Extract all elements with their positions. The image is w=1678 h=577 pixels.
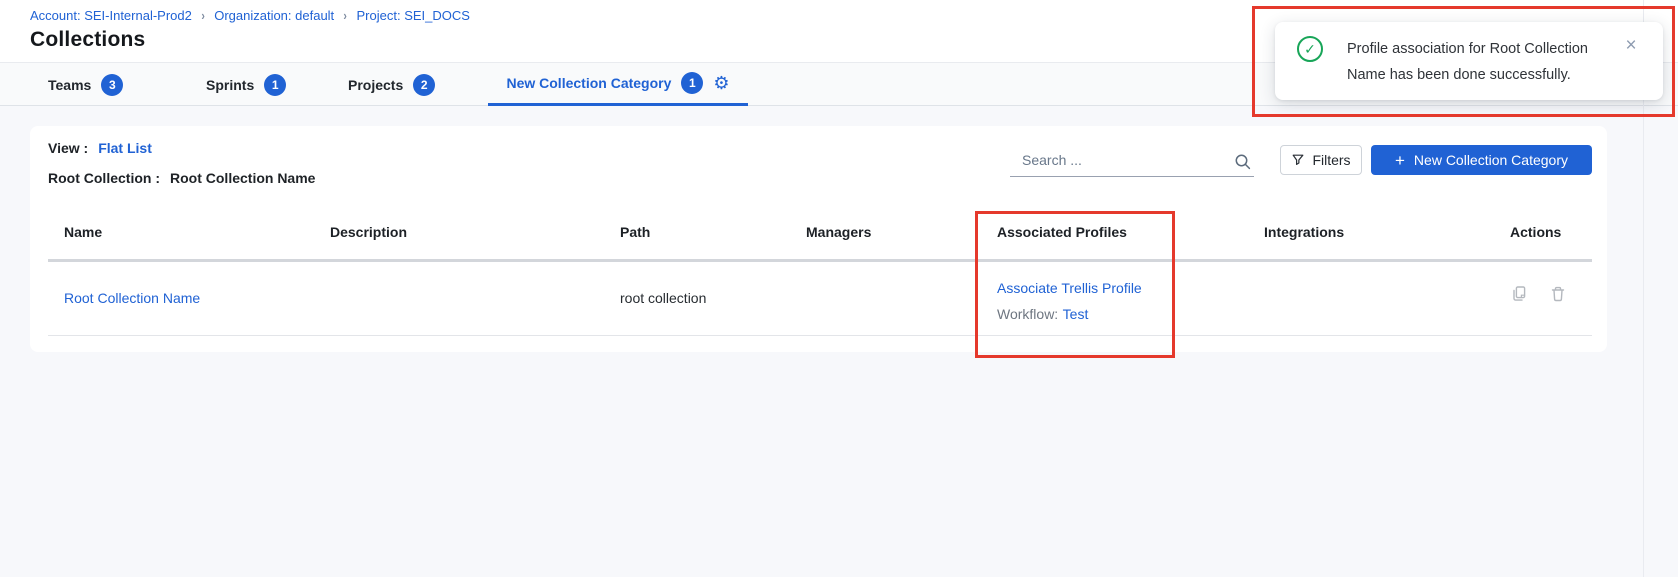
breadcrumb-item-project[interactable]: Project: SEI_DOCS	[357, 8, 470, 23]
chevron-right-icon: ›	[344, 8, 347, 23]
view-row: View : Flat List	[48, 140, 152, 156]
flat-list-link[interactable]: Flat List	[98, 140, 152, 156]
column-header-name: Name	[64, 224, 102, 240]
table-header-divider	[48, 259, 1592, 262]
tab-count-badge: 3	[101, 74, 123, 96]
success-toast: ✓ Profile association for Root Collectio…	[1275, 22, 1663, 100]
collection-name-link[interactable]: Root Collection Name	[64, 290, 200, 306]
tab-sprints[interactable]: Sprints 1	[206, 63, 286, 106]
tab-label: Projects	[348, 77, 403, 93]
chevron-right-icon: ›	[201, 8, 204, 23]
new-collection-category-button[interactable]: + New Collection Category	[1371, 145, 1592, 175]
path-cell: root collection	[620, 290, 706, 306]
view-label: View :	[48, 140, 88, 156]
workflow-cell: Workflow: Test	[997, 306, 1088, 324]
search-icon	[1234, 153, 1252, 171]
tab-label: Sprints	[206, 77, 254, 93]
breadcrumb-item-organization[interactable]: Organization: default	[214, 8, 334, 23]
column-header-description: Description	[330, 224, 407, 240]
tab-count-badge: 1	[681, 72, 703, 94]
tab-projects[interactable]: Projects 2	[348, 63, 435, 106]
tab-count-badge: 1	[264, 74, 286, 96]
plus-icon: +	[1395, 152, 1405, 169]
close-icon[interactable]: ×	[1620, 35, 1642, 57]
tab-teams[interactable]: Teams 3	[48, 63, 123, 106]
tab-count-badge: 2	[413, 74, 435, 96]
new-collection-category-button-label: New Collection Category	[1414, 152, 1568, 168]
root-collection-label: Root Collection :	[48, 170, 160, 186]
breadcrumb-item-account[interactable]: Account: SEI-Internal-Prod2	[30, 8, 192, 23]
page-title: Collections	[30, 28, 145, 52]
associate-trellis-profile-link[interactable]: Associate Trellis Profile	[997, 280, 1142, 296]
column-header-associated-profiles: Associated Profiles	[997, 224, 1127, 240]
toast-message-line1: Profile association for Root Collection	[1347, 36, 1615, 62]
tab-new-collection-category[interactable]: New Collection Category 1 ⚙	[488, 63, 748, 106]
filters-button[interactable]: Filters	[1280, 145, 1362, 175]
table-row-divider	[48, 335, 1592, 336]
column-header-integrations: Integrations	[1264, 224, 1344, 240]
filter-funnel-icon	[1291, 153, 1305, 167]
workflow-label: Workflow:	[997, 306, 1058, 322]
column-header-actions: Actions	[1510, 224, 1561, 240]
app-window: Account: SEI-Internal-Prod2 › Organizati…	[0, 0, 1678, 577]
column-header-path: Path	[620, 224, 650, 240]
search-input[interactable]	[1010, 147, 1254, 176]
column-header-managers: Managers	[806, 224, 871, 240]
search-field	[1010, 147, 1254, 177]
copy-icon[interactable]	[1509, 284, 1529, 304]
tab-label: Teams	[48, 77, 91, 93]
filters-button-label: Filters	[1312, 152, 1350, 168]
gear-icon[interactable]: ⚙	[713, 74, 729, 92]
toast-message: Profile association for Root Collection …	[1347, 36, 1615, 88]
root-collection-row: Root Collection : Root Collection Name	[48, 170, 315, 186]
root-collection-value: Root Collection Name	[170, 170, 315, 186]
breadcrumb: Account: SEI-Internal-Prod2 › Organizati…	[30, 8, 470, 23]
workflow-test-link[interactable]: Test	[1063, 306, 1089, 322]
delete-icon[interactable]	[1548, 284, 1568, 304]
tab-label: New Collection Category	[506, 75, 671, 91]
toast-message-line2: Name has been done successfully.	[1347, 62, 1615, 88]
success-check-icon: ✓	[1297, 36, 1323, 62]
